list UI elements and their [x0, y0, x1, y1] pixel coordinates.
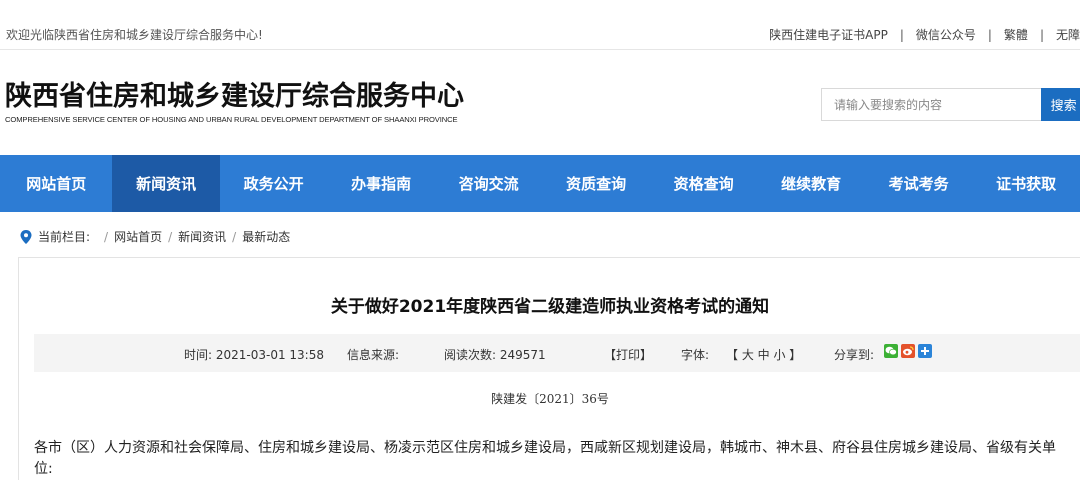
breadcrumb-latest[interactable]: 最新动态: [242, 228, 290, 245]
publish-time: 时间: 2021-03-01 13:58: [184, 348, 324, 362]
location-pin-icon: [20, 229, 32, 244]
wechat-icon[interactable]: [884, 344, 898, 358]
nav-item-service-guide[interactable]: 办事指南: [327, 155, 435, 212]
separator: |: [1039, 27, 1044, 42]
share-label: 分享到:: [834, 348, 875, 362]
search-input[interactable]: [821, 88, 1041, 121]
font-size-options[interactable]: 【 大 中 小 】: [726, 346, 801, 363]
nav-item-home[interactable]: 网站首页: [0, 155, 112, 212]
nav-item-exams[interactable]: 考试考务: [865, 155, 973, 212]
search-button[interactable]: 搜索: [1040, 88, 1080, 121]
main-nav: 网站首页 新闻资讯 政务公开 办事指南 咨询交流 资质查询 资格查询 继续教育 …: [0, 155, 1080, 212]
more-share-icon[interactable]: [918, 344, 932, 358]
article-body: 各市（区）人力资源和社会保障局、住房和城乡建设局、杨凌示范区住房和城乡建设局，西…: [34, 440, 1056, 477]
separator: |: [899, 27, 904, 42]
traditional-chinese-link[interactable]: 繁體: [1004, 26, 1028, 43]
nav-item-qualification-query[interactable]: 资质查询: [542, 155, 650, 212]
search-box: 搜索: [821, 88, 1080, 121]
wechat-account-link[interactable]: 微信公众号: [916, 26, 976, 43]
document-number: 陕建发〔2021〕36号: [491, 392, 609, 406]
breadcrumb-separator: /: [232, 229, 237, 244]
breadcrumb-label: 当前栏目:: [38, 230, 91, 244]
breadcrumb-separator: /: [104, 229, 109, 244]
top-bar: 欢迎光临陕西省住房和城乡建设厅综合服务中心! 陕西住建电子证书APP | 微信公…: [0, 0, 1080, 50]
read-count: 阅读次数: 249571: [444, 348, 546, 362]
share-icons: [884, 344, 932, 358]
separator: |: [987, 27, 992, 42]
breadcrumb: 当前栏目: / 网站首页 / 新闻资讯 / 最新动态: [20, 228, 290, 245]
breadcrumb-separator: /: [168, 229, 173, 244]
welcome-text: 欢迎光临陕西省住房和城乡建设厅综合服务中心!: [6, 28, 263, 42]
article-meta-bar: 时间: 2021-03-01 13:58 信息来源: 阅读次数: 249571 …: [34, 334, 1080, 372]
font-size-label: 字体:: [681, 348, 710, 362]
breadcrumb-news[interactable]: 新闻资讯: [178, 228, 226, 245]
nav-item-consultation[interactable]: 咨询交流: [435, 155, 543, 212]
article-title: 关于做好2021年度陕西省二级建造师执业资格考试的通知: [330, 297, 770, 317]
site-logo[interactable]: 陕西省住房和城乡建设厅综合服务中心 COMPREHENSIVE SERVICE …: [5, 81, 464, 124]
weibo-icon[interactable]: [901, 344, 915, 358]
site-title-cn: 陕西省住房和城乡建设厅综合服务中心: [5, 81, 464, 112]
nav-item-news[interactable]: 新闻资讯: [112, 155, 220, 212]
nav-item-government-affairs[interactable]: 政务公开: [220, 155, 328, 212]
info-source: 信息来源:: [347, 348, 400, 362]
top-links: 陕西住建电子证书APP | 微信公众号 | 繁體 | 无障: [769, 26, 1080, 43]
site-title-en: COMPREHENSIVE SERVICE CENTER OF HOUSING …: [5, 115, 458, 124]
site-header: 陕西省住房和城乡建设厅综合服务中心 COMPREHENSIVE SERVICE …: [0, 50, 1080, 155]
print-button[interactable]: 【打印】: [604, 346, 652, 363]
nav-item-credential-query[interactable]: 资格查询: [650, 155, 758, 212]
app-link[interactable]: 陕西住建电子证书APP: [769, 26, 888, 43]
breadcrumb-home[interactable]: 网站首页: [114, 228, 162, 245]
nav-item-certificate[interactable]: 证书获取: [972, 155, 1080, 212]
article-panel: 关于做好2021年度陕西省二级建造师执业资格考试的通知 时间: 2021-03-…: [18, 257, 1080, 480]
accessibility-link[interactable]: 无障: [1056, 26, 1080, 43]
nav-item-continuing-education[interactable]: 继续教育: [757, 155, 865, 212]
